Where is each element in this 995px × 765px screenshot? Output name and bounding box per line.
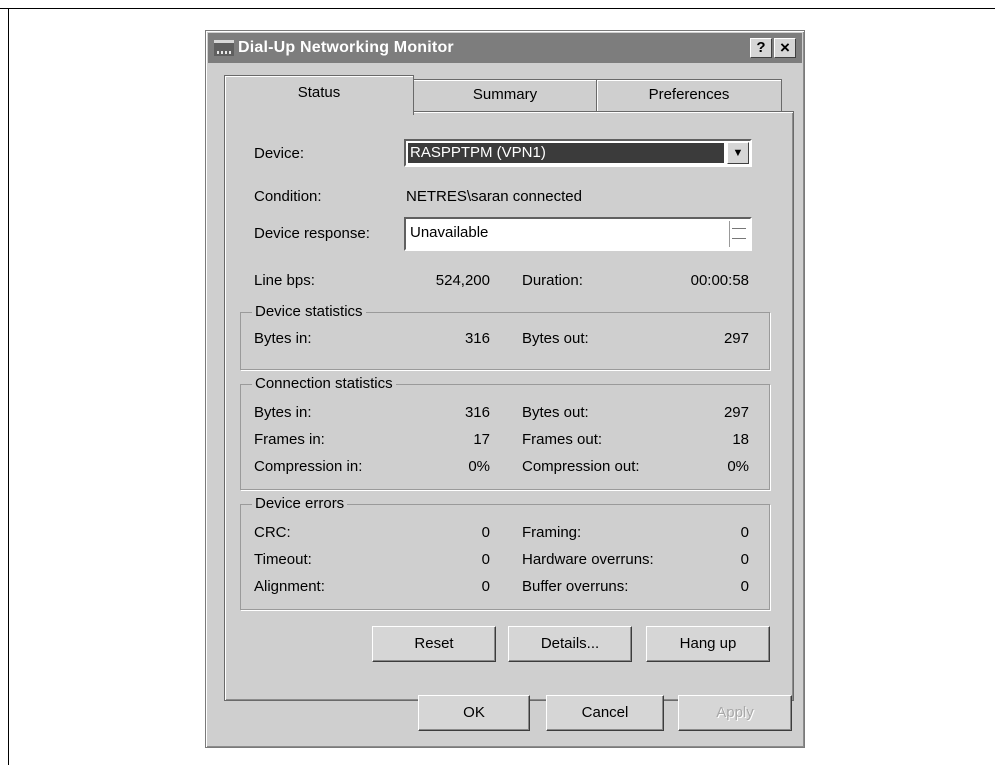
device-dropdown[interactable]: RASPPTPM (VPN1) ▼: [404, 139, 752, 167]
hang-up-button[interactable]: Hang up: [646, 626, 770, 662]
dropdown-arrow-icon[interactable]: ▼: [727, 142, 749, 164]
cancel-button[interactable]: Cancel: [546, 695, 664, 731]
compression-out-label: Compression out:: [522, 458, 640, 475]
device-response-label: Device response:: [254, 225, 370, 242]
compression-out-value: 0%: [727, 458, 749, 475]
scroll-spinner-icon[interactable]: [729, 221, 748, 247]
reset-button[interactable]: Reset: [372, 626, 496, 662]
window-title: Dial-Up Networking Monitor: [238, 39, 454, 56]
connection-bytes-in-value: 316: [464, 404, 490, 421]
line-bps-value: 524,200: [435, 272, 490, 289]
dialup-monitor-icon: [214, 40, 234, 56]
timeout-value: 0: [481, 551, 490, 568]
tab-preferences[interactable]: Preferences: [596, 79, 782, 111]
apply-button[interactable]: Apply: [678, 695, 792, 731]
device-bytes-in-value: 316: [464, 330, 490, 347]
tab-status[interactable]: Status: [224, 75, 414, 115]
close-button[interactable]: ×: [774, 38, 796, 58]
frames-in-value: 17: [473, 431, 490, 448]
details-button[interactable]: Details...: [508, 626, 632, 662]
alignment-label: Alignment:: [254, 578, 325, 595]
compression-in-value: 0%: [468, 458, 490, 475]
condition-value: NETRES\saran connected: [406, 188, 582, 205]
connection-bytes-in-label: Bytes in:: [254, 404, 312, 421]
title-bar[interactable]: Dial-Up Networking Monitor ? ×: [208, 33, 802, 63]
alignment-value: 0: [481, 578, 490, 595]
page-frame-left: [8, 8, 9, 765]
ok-button[interactable]: OK: [418, 695, 530, 731]
device-bytes-out-label: Bytes out:: [522, 330, 589, 347]
device-label: Device:: [254, 145, 305, 162]
device-selected-value: RASPPTPM (VPN1): [408, 143, 724, 163]
device-response-value: Unavailable: [410, 224, 489, 241]
buffer-overruns-value: 0: [740, 578, 749, 595]
frames-out-label: Frames out:: [522, 431, 603, 448]
device-response-field[interactable]: Unavailable: [404, 217, 752, 251]
framing-label: Framing:: [522, 524, 582, 541]
compression-in-label: Compression in:: [254, 458, 363, 475]
line-bps-label: Line bps:: [254, 272, 315, 289]
device-bytes-out-value: 297: [723, 330, 749, 347]
crc-label: CRC:: [254, 524, 291, 541]
device-errors-title: Device errors: [252, 495, 348, 512]
page-frame-top: [0, 8, 995, 9]
crc-value: 0: [481, 524, 490, 541]
frames-in-label: Frames in:: [254, 431, 325, 448]
connection-bytes-out-label: Bytes out:: [522, 404, 589, 421]
hardware-overruns-value: 0: [740, 551, 749, 568]
timeout-label: Timeout:: [254, 551, 312, 568]
connection-bytes-out-value: 297: [723, 404, 749, 421]
buffer-overruns-label: Buffer overruns:: [522, 578, 629, 595]
duration-label: Duration:: [522, 272, 583, 289]
device-bytes-in-label: Bytes in:: [254, 330, 312, 347]
condition-label: Condition:: [254, 188, 322, 205]
tab-strip: Status Summary Preferences: [224, 75, 794, 115]
help-button[interactable]: ?: [750, 38, 772, 58]
connection-statistics-title: Connection statistics: [252, 375, 396, 392]
tab-summary[interactable]: Summary: [412, 79, 598, 111]
device-statistics-title: Device statistics: [252, 303, 366, 320]
framing-value: 0: [740, 524, 749, 541]
duration-value: 00:00:58: [690, 272, 749, 289]
hardware-overruns-label: Hardware overruns:: [522, 551, 654, 568]
frames-out-value: 18: [732, 431, 749, 448]
